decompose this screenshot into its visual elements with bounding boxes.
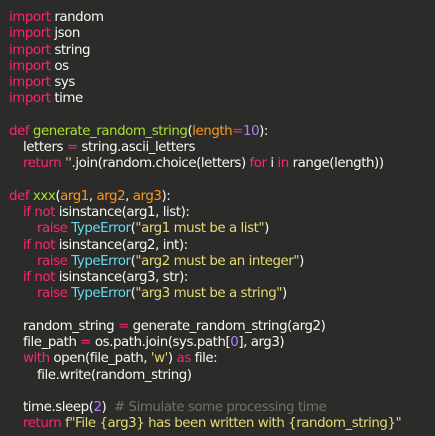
code-token: 'w' bbox=[150, 351, 168, 367]
code-line: file_path = os.path.join(sys.path[0], ar… bbox=[23, 335, 285, 351]
code-token: generate_random_string bbox=[32, 123, 188, 139]
code-token: sys bbox=[50, 75, 75, 90]
code-token: 10 bbox=[243, 123, 260, 139]
code-token: import bbox=[9, 58, 51, 74]
code-line: raise TypeError("arg1 must be a list") bbox=[37, 221, 269, 237]
code-line: random_string = generate_random_string(a… bbox=[23, 318, 326, 335]
code-token: def bbox=[9, 123, 30, 139]
code-line: raise TypeError("arg3 must be a string") bbox=[37, 286, 287, 302]
code-line: letters = string.ascii_letters bbox=[23, 140, 195, 156]
code-token: = bbox=[232, 123, 243, 139]
code-token: file.write(random_string) bbox=[37, 367, 192, 383]
code-token: string bbox=[50, 42, 91, 58]
code-token: length bbox=[192, 123, 233, 139]
code-token: f"File {arg3} has been written with {ran… bbox=[65, 416, 402, 432]
code-token: file_path bbox=[23, 335, 81, 350]
code-token: letters bbox=[23, 140, 67, 155]
code-token: isinstance(arg3, str): bbox=[54, 270, 189, 285]
code-token: if not bbox=[23, 205, 55, 220]
code-token: random_string bbox=[23, 318, 119, 334]
code-token: import bbox=[9, 26, 51, 42]
code-token: = bbox=[118, 318, 129, 334]
code-line: time.sleep(2) # Simulate some processing… bbox=[23, 400, 327, 416]
code-token: ) bbox=[282, 286, 287, 302]
code-token: os.path.join(sys.path[ bbox=[91, 335, 231, 350]
code-token: in bbox=[277, 156, 289, 172]
code-token: xxx bbox=[32, 188, 56, 204]
code-token: ): bbox=[259, 123, 268, 139]
code-line: file.write(random_string) bbox=[37, 368, 192, 384]
code-line: return f"File {arg3} has been written wi… bbox=[23, 416, 402, 432]
code-token: return bbox=[23, 416, 62, 432]
code-token: 2 bbox=[93, 400, 102, 415]
code-token: TypeError bbox=[71, 253, 131, 269]
code-line: def generate_random_string(length=10): bbox=[9, 124, 268, 140]
code-token: raise bbox=[37, 253, 68, 269]
code-token: raise bbox=[37, 221, 68, 237]
code-token: open(file_path, bbox=[49, 351, 151, 367]
code-token: generate_random_string(arg2) bbox=[128, 318, 326, 334]
code-token: arg3 bbox=[132, 188, 162, 204]
code-token: time.sleep( bbox=[23, 400, 94, 415]
code-token: , bbox=[125, 188, 133, 204]
code-token: TypeError bbox=[71, 221, 131, 237]
code-token: ) bbox=[299, 253, 304, 269]
code-token: import bbox=[9, 42, 51, 58]
code-token: return bbox=[23, 156, 62, 172]
code-token: TypeError bbox=[71, 286, 131, 302]
code-token: random bbox=[50, 10, 104, 25]
code-line: if not isinstance(arg2, int): bbox=[23, 238, 188, 254]
code-line: def xxx(arg1, arg2, arg3): bbox=[9, 188, 171, 205]
code-line: if not isinstance(arg3, str): bbox=[23, 270, 188, 286]
code-token: isinstance(arg1, list): bbox=[54, 205, 190, 220]
code-token: import bbox=[9, 10, 51, 25]
code-token: i bbox=[266, 156, 278, 172]
code-token: "arg2 must be an integer" bbox=[135, 253, 300, 269]
code-editor[interactable]: import random import json import string imp… bbox=[0, 0, 435, 436]
code-token: = bbox=[80, 335, 92, 350]
code-token: raise bbox=[37, 286, 68, 302]
code-token: import bbox=[9, 91, 51, 107]
code-token: ) bbox=[101, 400, 114, 415]
code-token: ) bbox=[264, 221, 269, 237]
code-token: with bbox=[23, 351, 50, 367]
code-token: range(length)) bbox=[288, 156, 384, 172]
code-token: time bbox=[50, 91, 83, 107]
code-token: "arg1 must be a list" bbox=[135, 221, 265, 237]
code-token: import bbox=[9, 75, 51, 90]
code-token: for bbox=[249, 156, 268, 172]
code-token: if not bbox=[23, 270, 55, 285]
code-line: return ''.join(random.choice(letters) fo… bbox=[23, 156, 384, 172]
code-line: import sys bbox=[9, 75, 75, 91]
code-token: = bbox=[66, 140, 78, 155]
code-line: import string bbox=[9, 42, 91, 59]
code-token: if not bbox=[23, 237, 55, 253]
code-line: raise TypeError("arg2 must be an integer… bbox=[37, 254, 304, 270]
code-line: with open(file_path, 'w') as file: bbox=[23, 351, 218, 367]
code-line: if not isinstance(arg1, list): bbox=[23, 205, 190, 221]
code-token: json bbox=[50, 26, 80, 42]
code-line: import os bbox=[9, 59, 69, 75]
code-line: import json bbox=[9, 26, 80, 42]
code-token: def bbox=[9, 188, 30, 204]
code-token: .join(random.choice(letters) bbox=[71, 156, 250, 172]
code-token: as bbox=[176, 351, 191, 367]
code-token: ): bbox=[161, 188, 171, 204]
code-token: string.ascii_letters bbox=[77, 140, 195, 155]
code-token: os bbox=[50, 58, 69, 74]
code-token: arg1 bbox=[60, 188, 89, 204]
code-line: import time bbox=[9, 91, 83, 107]
code-line: import random bbox=[9, 10, 104, 26]
code-token: "arg3 must be a string" bbox=[135, 286, 282, 302]
code-token: file: bbox=[190, 351, 218, 367]
code-token: isinstance(arg2, int): bbox=[54, 237, 188, 253]
code-token: ], arg3) bbox=[238, 335, 285, 350]
code-token: # Simulate some processing time bbox=[113, 400, 327, 415]
code-token: arg2 bbox=[96, 188, 126, 204]
